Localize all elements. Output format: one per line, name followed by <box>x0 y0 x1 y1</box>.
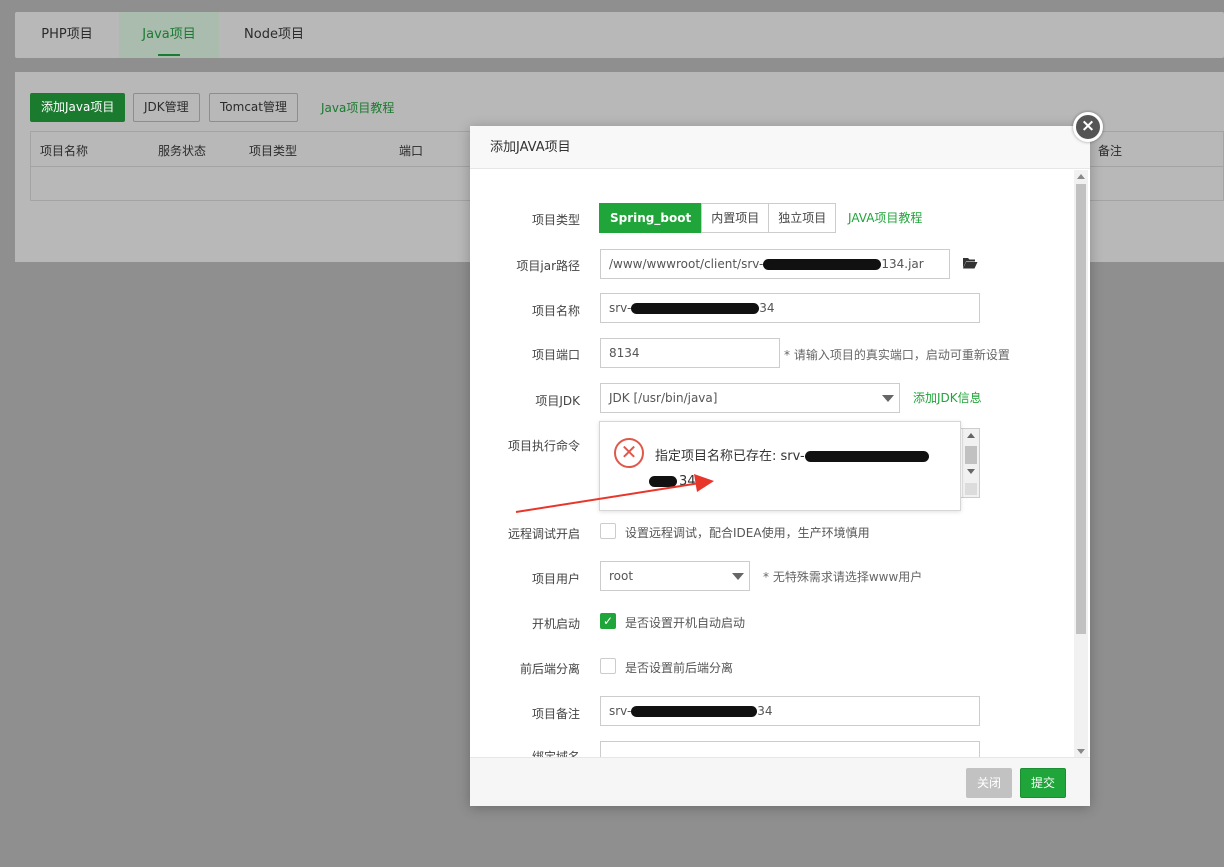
annotation-arrow-icon <box>515 474 714 513</box>
